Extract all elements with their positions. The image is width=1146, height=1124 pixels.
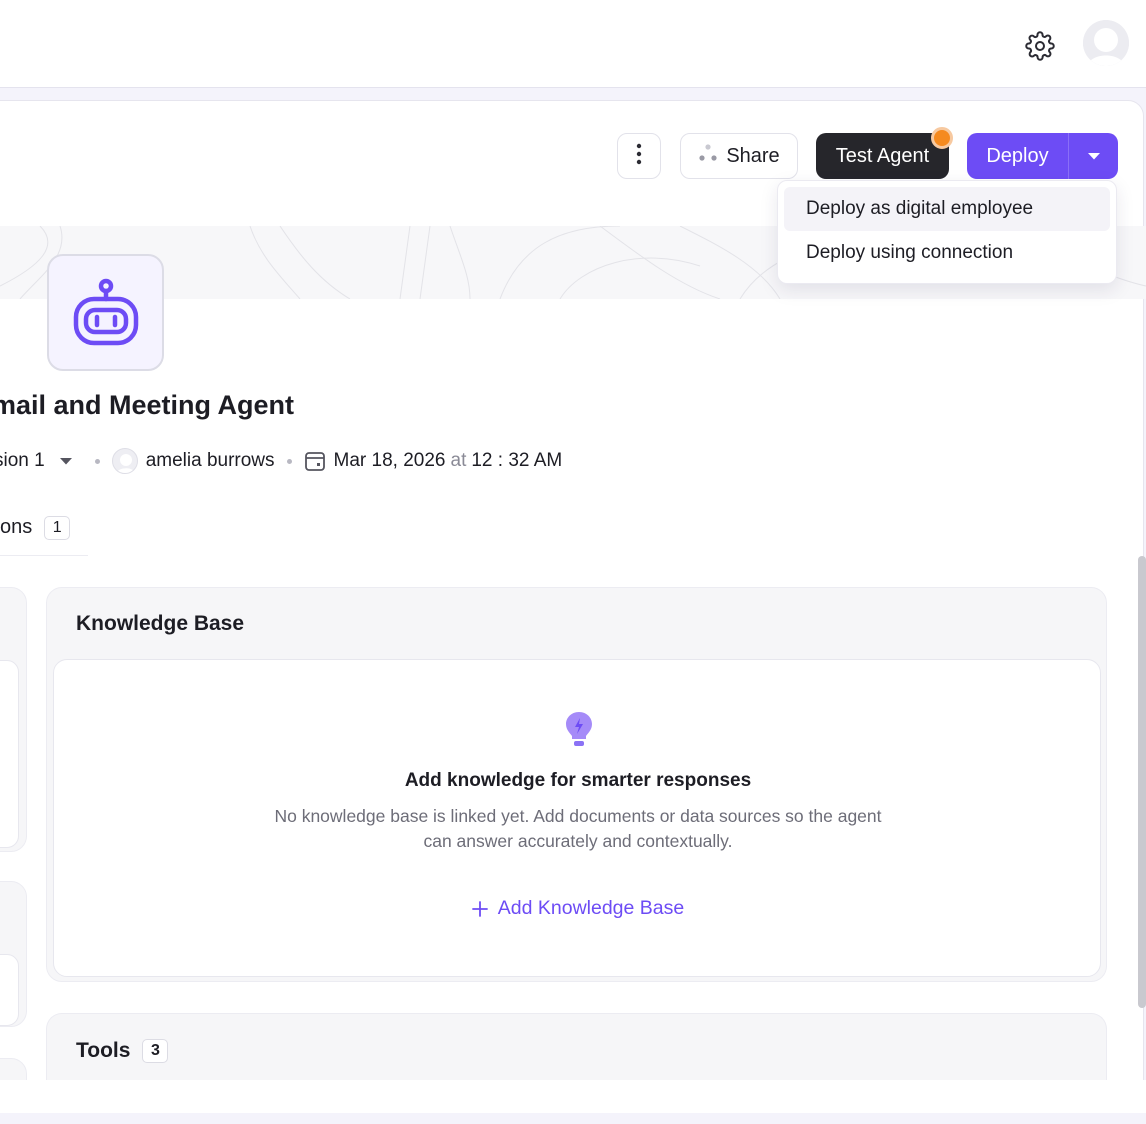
share-dots-icon (698, 143, 718, 169)
menu-item-deploy-digital-employee[interactable]: Deploy as digital employee (784, 187, 1110, 231)
knowledge-base-title: Knowledge Base (76, 612, 245, 635)
share-label: Share (726, 144, 780, 167)
agent-title: mail and Meeting Agent (0, 390, 295, 420)
tab-label: ons (0, 516, 33, 538)
tab-count-badge: 1 (44, 516, 71, 540)
separator-dot (94, 458, 100, 464)
menu-item-deploy-using-connection[interactable]: Deploy using connection (784, 231, 1110, 275)
agent-meta: sion 1 amelia burrows Mar 18, 2026 at 12… (0, 446, 562, 476)
user-avatar-icon[interactable] (1083, 20, 1129, 66)
empty-state-description: No knowledge base is linked yet. Add doc… (228, 804, 928, 854)
top-bar (0, 0, 1146, 88)
description-line: can answer accurately and contextually. (423, 831, 733, 851)
test-agent-label: Test Agent (835, 144, 930, 167)
test-agent-status-dot (931, 127, 953, 149)
vertical-dots-icon (636, 143, 642, 170)
header-actions: Share Test Agent Deploy (0, 127, 1146, 179)
author-avatar-icon (111, 448, 138, 474)
knowledge-base-empty-state: Add knowledge for smarter responses No k… (53, 659, 1101, 977)
deploy-dropdown-menu: Deploy as digital employee Deploy using … (777, 180, 1117, 284)
left-card-inner (0, 954, 19, 1026)
panel-bottom (0, 1080, 1146, 1113)
date-text: Mar 18, 2026 (333, 450, 446, 471)
calendar-icon (304, 450, 326, 472)
author-name: amelia burrows (145, 450, 275, 471)
tab-versions[interactable]: ons 1 (0, 508, 88, 556)
time-text: 12 : 32 AM (471, 450, 563, 471)
left-card (0, 587, 27, 852)
tools-count-badge: 3 (142, 1039, 169, 1063)
knowledge-base-card: Knowledge Base Add knowledge for smarter… (46, 587, 1107, 982)
add-knowledge-base-button[interactable]: Add Knowledge Base (471, 897, 685, 920)
tools-header: Tools 3 (76, 1039, 169, 1063)
deploy-button[interactable]: Deploy (967, 133, 1118, 179)
tools-title: Tools (76, 1039, 131, 1062)
caret-down-icon[interactable] (1068, 133, 1118, 179)
add-kb-row: Add Knowledge Base (54, 897, 1102, 923)
share-button[interactable]: Share (680, 133, 798, 179)
description-line: No knowledge base is linked yet. Add doc… (274, 806, 882, 826)
plus-icon (471, 900, 488, 917)
tools-card: Tools 3 (46, 1013, 1107, 1080)
robot-icon (47, 254, 164, 371)
more-options-button[interactable] (617, 133, 661, 179)
test-agent-button[interactable]: Test Agent (816, 133, 949, 179)
add-knowledge-base-label: Add Knowledge Base (497, 897, 685, 919)
separator-dot (286, 458, 292, 464)
lightbulb-icon (564, 710, 594, 750)
empty-state-heading: Add knowledge for smarter responses (404, 770, 752, 791)
deploy-label[interactable]: Deploy (967, 133, 1068, 179)
version-label[interactable]: sion 1 (0, 450, 45, 472)
left-card (0, 881, 27, 1027)
left-card-inner (0, 660, 19, 848)
scrollbar[interactable] (1138, 556, 1146, 1008)
gear-icon[interactable] (1022, 28, 1058, 64)
caret-down-icon[interactable] (59, 457, 73, 466)
date-connector: at (450, 450, 467, 471)
